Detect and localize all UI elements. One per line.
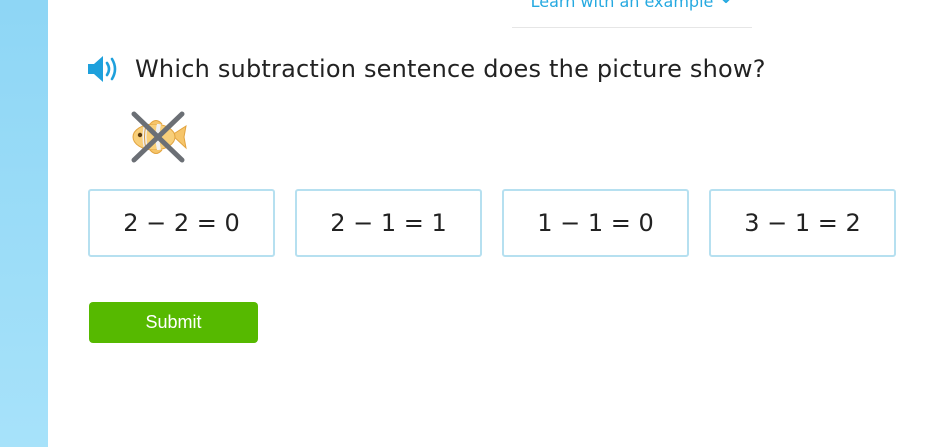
answer-choice[interactable]: 1 − 1 = 0 (502, 189, 689, 257)
submit-button[interactable]: Submit (89, 302, 258, 343)
speaker-icon[interactable] (85, 52, 121, 86)
answer-choice[interactable]: 2 − 2 = 0 (88, 189, 275, 257)
answer-choices: 2 − 2 = 0 2 − 1 = 1 1 − 1 = 0 3 − 1 = 2 (88, 189, 896, 257)
learn-link-label: Learn with an example (530, 0, 714, 11)
cross-out-mark (131, 111, 185, 163)
question-row: Which subtraction sentence does the pict… (85, 52, 766, 86)
learn-with-example-link[interactable]: Learn with an example (512, 0, 752, 28)
left-rail (0, 0, 48, 447)
answer-choice[interactable]: 2 − 1 = 1 (295, 189, 482, 257)
answer-choice[interactable]: 3 − 1 = 2 (709, 189, 896, 257)
picture-area (128, 108, 190, 166)
question-text: Which subtraction sentence does the pict… (135, 55, 766, 83)
chevron-down-icon (722, 0, 730, 4)
